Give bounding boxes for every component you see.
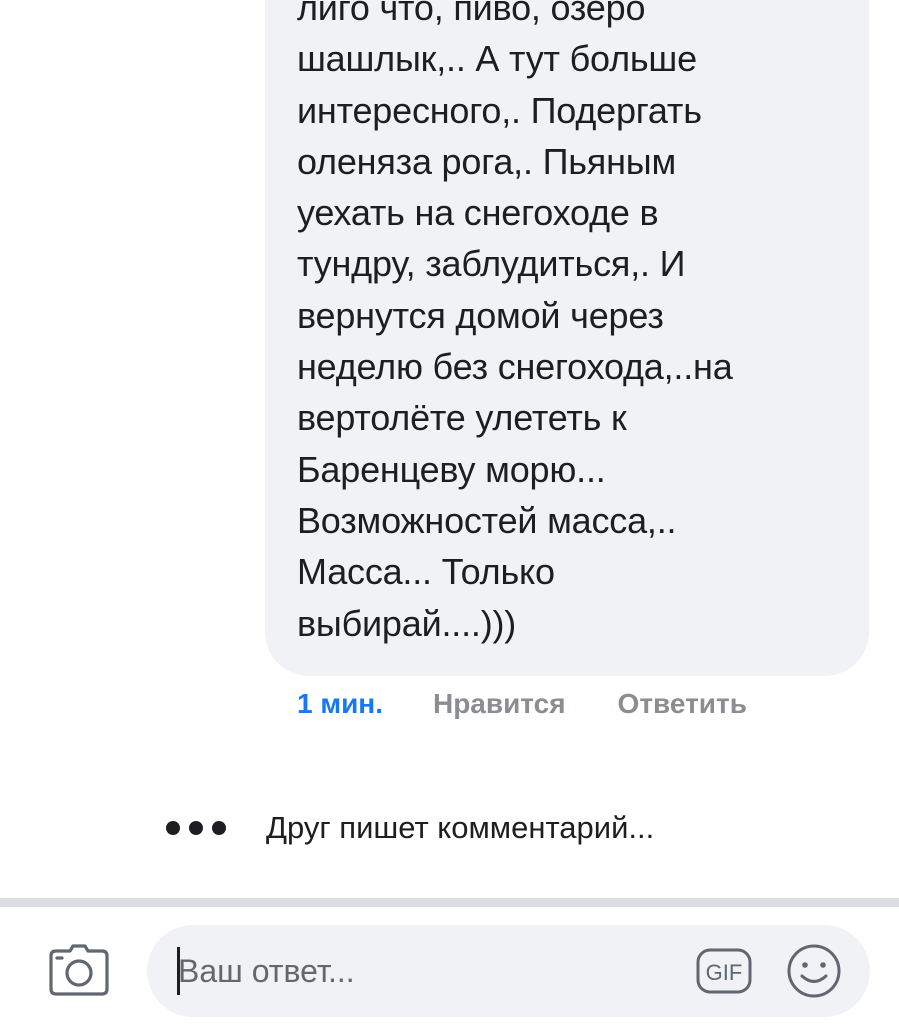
reply-composer: GIF	[147, 925, 870, 1017]
comment-text: лиго что, пиво, озеро шашлык,.. А тут бо…	[297, 0, 733, 644]
composer-divider	[0, 898, 899, 907]
gif-label: GIF	[706, 960, 743, 985]
comment-timestamp: 1 мин.	[297, 688, 383, 719]
reply-button[interactable]: Ответить	[618, 688, 747, 720]
reply-input[interactable]	[178, 925, 658, 1017]
typing-indicator-text: Друг пишет комментарий...	[266, 810, 655, 845]
typing-indicator: Друг пишет комментарий...	[166, 806, 654, 850]
typing-dots-icon	[166, 821, 238, 835]
like-button[interactable]: Нравится	[433, 688, 566, 720]
comment-thread-screen: лиго что, пиво, озеро шашлык,.. А тут бо…	[0, 0, 899, 1035]
camera-icon[interactable]	[48, 944, 110, 996]
smiley-icon[interactable]	[785, 942, 843, 1000]
gif-button[interactable]: GIF	[695, 947, 753, 995]
comment-actions: 1 мин. Нравится Ответить	[297, 686, 747, 722]
